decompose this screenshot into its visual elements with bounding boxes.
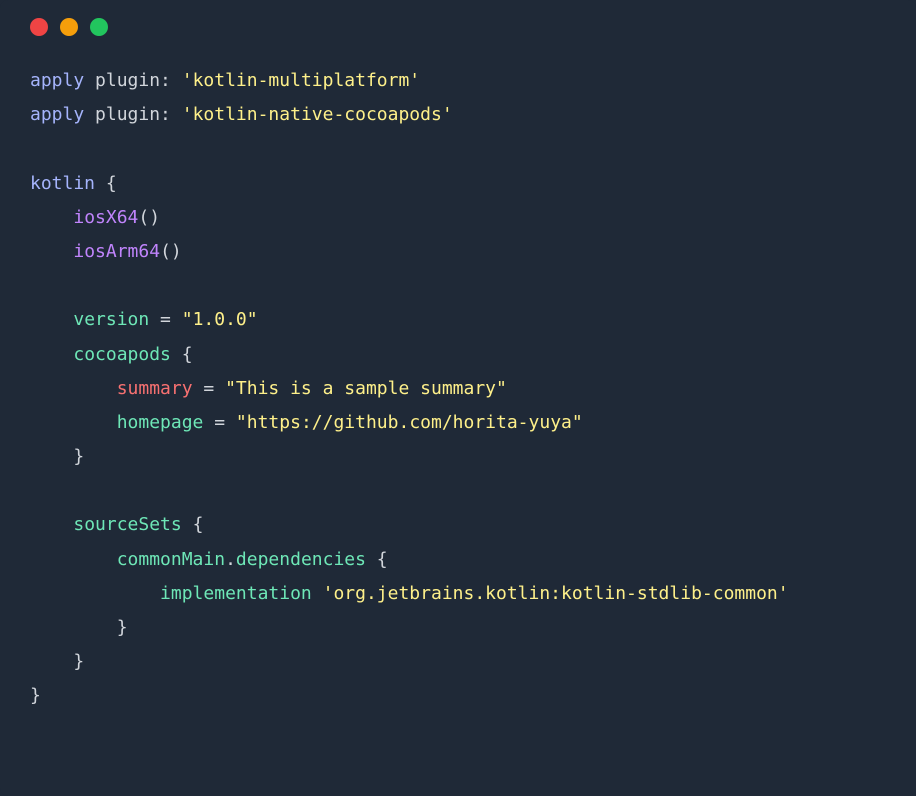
close-icon[interactable] [30,18,48,36]
identifier: commonMain [117,549,225,570]
identifier: dependencies [236,549,366,570]
indent [30,583,160,604]
indent [30,651,73,672]
identifier: summary [117,378,193,399]
identifier: cocoapods [73,344,171,365]
indent [30,241,73,262]
brace: { [171,344,193,365]
parens: () [138,207,160,228]
indent [30,549,117,570]
brace: { [366,549,388,570]
brace: } [73,651,84,672]
minimize-icon[interactable] [60,18,78,36]
keyword-kotlin: kotlin [30,173,95,194]
code-editor[interactable]: apply plugin: 'kotlin-multiplatform' app… [0,36,916,744]
keyword-apply: apply [30,104,84,125]
function-call: iosX64 [73,207,138,228]
keyword-apply: apply [30,70,84,91]
string-literal: "This is a sample summary" [225,378,507,399]
dot: . [225,549,236,570]
brace: } [30,685,41,706]
brace: { [95,173,117,194]
identifier: version [73,309,149,330]
indent [30,344,73,365]
identifier: implementation [160,583,312,604]
identifier: sourceSets [73,514,181,535]
string-literal: "https://github.com/horita-yuya" [236,412,583,433]
indent [30,378,117,399]
identifier: homepage [117,412,204,433]
function-call: iosArm64 [73,241,160,262]
string-literal: "1.0.0" [182,309,258,330]
indent [30,617,117,638]
brace: } [117,617,128,638]
text: plugin: [84,104,182,125]
brace: { [182,514,204,535]
brace: } [73,446,84,467]
string-literal: 'kotlin-multiplatform' [182,70,420,91]
indent [30,514,73,535]
indent [30,412,117,433]
indent [30,446,73,467]
string-literal: 'kotlin-native-cocoapods' [182,104,453,125]
operator: = [193,378,226,399]
text: plugin: [84,70,182,91]
space [312,583,323,604]
operator: = [149,309,182,330]
code-window: apply plugin: 'kotlin-multiplatform' app… [0,0,916,796]
indent [30,207,73,228]
indent [30,309,73,330]
maximize-icon[interactable] [90,18,108,36]
operator: = [203,412,236,433]
window-titlebar [0,0,916,36]
parens: () [160,241,182,262]
string-literal: 'org.jetbrains.kotlin:kotlin-stdlib-comm… [323,583,789,604]
